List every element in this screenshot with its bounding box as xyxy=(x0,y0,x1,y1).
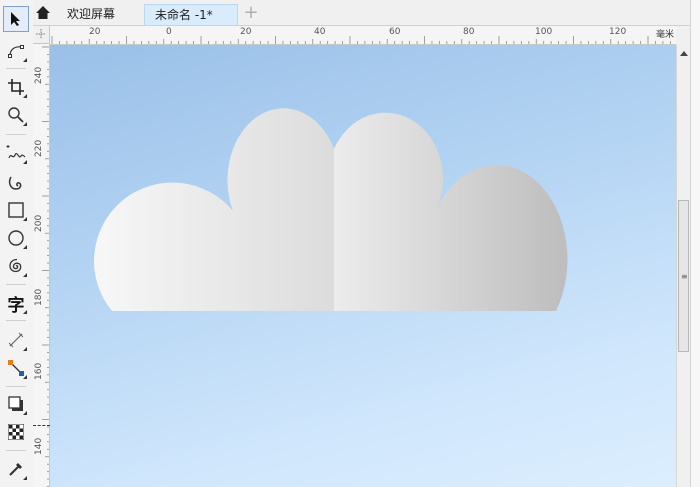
polygon-tool[interactable] xyxy=(3,253,29,279)
shape-node-icon xyxy=(8,45,24,58)
document-tab-bar: 欢迎屏幕 未命名 -1* + xyxy=(33,0,700,26)
guideline-marker xyxy=(33,425,50,427)
hruler-label: 80 xyxy=(463,27,475,37)
drop-shadow-tool[interactable] xyxy=(3,391,29,417)
hruler-label: 20 xyxy=(240,27,252,37)
horizontal-ruler-ticks xyxy=(51,36,671,44)
text-tool[interactable]: 字 xyxy=(3,290,29,316)
home-icon[interactable] xyxy=(35,4,51,20)
new-tab-button[interactable]: + xyxy=(241,4,261,24)
docker-panel-edge xyxy=(690,0,700,487)
vruler-label: 180 xyxy=(34,288,44,306)
vruler-label: 140 xyxy=(34,437,44,455)
vertical-ruler[interactable]: 240 220 200 180 160 140 xyxy=(33,44,50,487)
hruler-label: 120 xyxy=(609,27,627,37)
vertical-ruler-ticks xyxy=(42,46,49,487)
ruler-origin-corner[interactable] xyxy=(33,26,50,44)
tab-untitled-document[interactable]: 未命名 -1* xyxy=(144,4,238,25)
transparency-tool[interactable] xyxy=(3,419,29,445)
horizontal-ruler[interactable]: 20 0 20 40 60 80 100 120 毫米 xyxy=(50,26,676,45)
text-icon: 字 xyxy=(7,295,25,316)
hruler-label: 40 xyxy=(314,27,326,37)
ruler-unit-label: 毫米 xyxy=(655,30,674,40)
connector-tool[interactable] xyxy=(3,355,29,381)
smart-draw-tool[interactable] xyxy=(3,170,29,196)
scrollbar-thumb[interactable]: ≡ xyxy=(678,200,689,352)
hruler-label: 20 xyxy=(89,27,101,37)
pointer-arrow-icon xyxy=(11,12,20,26)
vruler-label: 220 xyxy=(34,139,44,157)
vertical-scrollbar[interactable]: ≡ xyxy=(676,45,690,487)
cloud-left-half xyxy=(94,108,334,311)
cloud-shape[interactable] xyxy=(94,108,568,311)
tab-welcome-screen[interactable]: 欢迎屏幕 xyxy=(57,4,125,25)
toolbox: 字 xyxy=(0,0,34,487)
dimension-tool[interactable] xyxy=(3,327,29,353)
drawing-canvas[interactable] xyxy=(50,45,676,487)
hruler-label: 60 xyxy=(389,27,401,37)
ellipse-tool[interactable] xyxy=(3,225,29,251)
scrollbar-grip-icon: ≡ xyxy=(681,272,688,281)
zoom-tool[interactable] xyxy=(3,102,29,128)
canvas-artwork xyxy=(94,108,568,311)
eyedropper-tool[interactable] xyxy=(3,456,29,482)
hruler-label: 0 xyxy=(166,27,172,37)
vruler-label: 200 xyxy=(34,214,44,232)
cloud-right-half xyxy=(334,112,568,311)
vruler-label: 240 xyxy=(34,66,44,84)
transparency-checker-icon xyxy=(8,424,24,440)
pick-tool[interactable] xyxy=(3,6,29,32)
ruler-origin-icon xyxy=(36,29,46,39)
scroll-up-arrow-icon[interactable] xyxy=(680,51,688,56)
rectangle-tool[interactable] xyxy=(3,197,29,223)
spiral-curve-icon xyxy=(8,176,22,190)
vruler-label: 160 xyxy=(34,362,44,380)
hruler-label: 100 xyxy=(535,27,553,37)
freehand-tool[interactable] xyxy=(3,140,29,166)
shape-tool[interactable] xyxy=(3,38,29,64)
crop-tool[interactable] xyxy=(3,74,29,100)
